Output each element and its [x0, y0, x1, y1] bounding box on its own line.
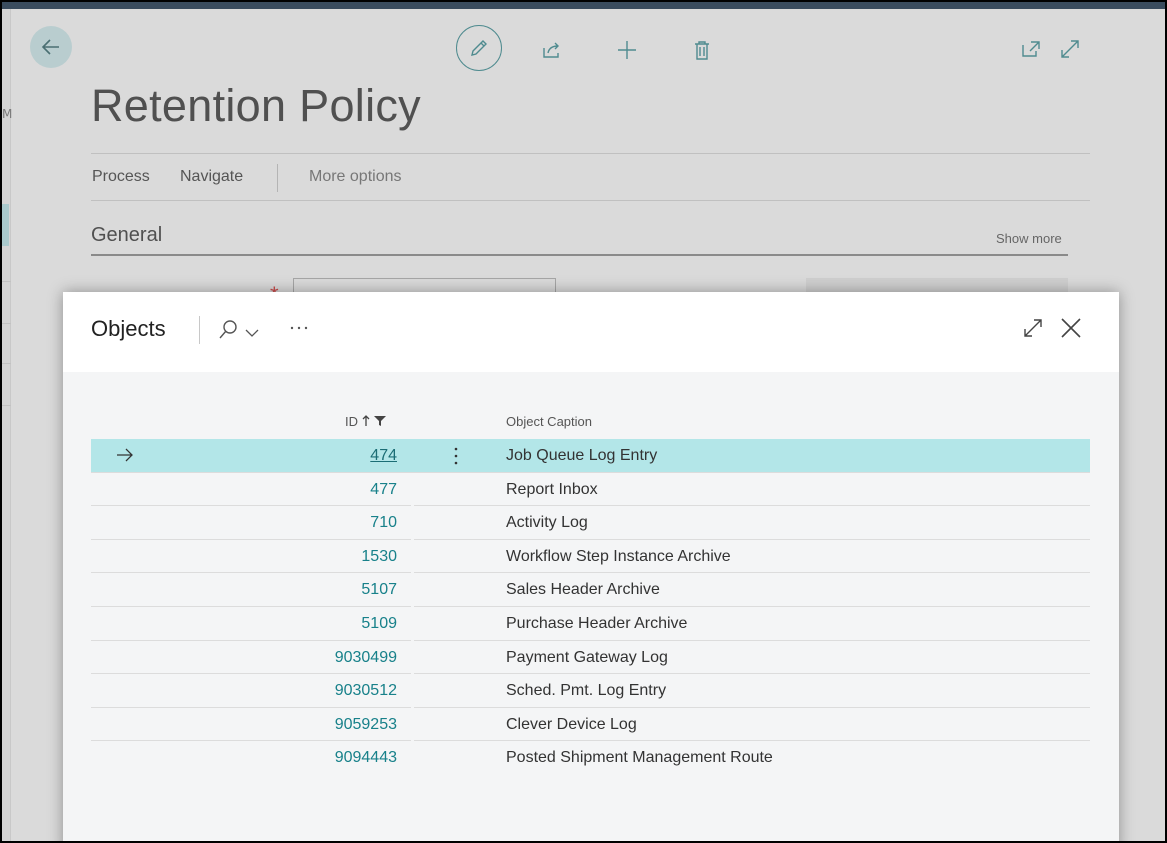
divider	[2, 405, 11, 406]
table-row[interactable]: 9094443 Posted Shipment Management Route	[91, 741, 1090, 775]
object-id-link[interactable]: 1530	[361, 548, 397, 566]
object-caption: Posted Shipment Management Route	[506, 749, 773, 767]
object-id-link[interactable]: 5109	[361, 615, 397, 633]
menu-navigate[interactable]: Navigate	[180, 168, 243, 186]
current-row-arrow-icon	[117, 448, 133, 462]
share-icon	[543, 42, 559, 58]
table-row[interactable]: 5107 Sales Header Archive	[91, 573, 1090, 607]
object-id-link[interactable]: 710	[370, 514, 397, 532]
objects-lookup-dialog: Objects ID Object Caption 474 Job Queue …	[63, 292, 1119, 841]
new-button[interactable]	[615, 38, 639, 62]
left-navigation-strip: M	[2, 9, 13, 841]
column-header-id-label: ID	[345, 414, 358, 429]
edit-button[interactable]	[456, 25, 502, 71]
menu-more-options[interactable]: More options	[309, 168, 402, 186]
table-row[interactable]: 5109 Purchase Header Archive	[91, 607, 1090, 641]
object-id-link[interactable]: 9059253	[335, 716, 397, 734]
sort-ascending-icon	[362, 415, 370, 426]
close-dialog-button[interactable]	[1060, 317, 1082, 339]
object-id-link[interactable]: 5107	[361, 581, 397, 599]
delete-button[interactable]	[690, 38, 714, 62]
column-header-object-caption[interactable]: Object Caption	[506, 414, 592, 429]
ellipsis-icon	[290, 326, 308, 330]
object-caption: Activity Log	[506, 514, 588, 532]
divider	[2, 323, 11, 324]
divider	[2, 363, 11, 364]
menu-process[interactable]: Process	[92, 168, 150, 186]
object-caption: Workflow Step Instance Archive	[506, 547, 731, 565]
dialog-header: Objects	[63, 292, 1119, 372]
object-caption: Sales Header Archive	[506, 581, 660, 599]
object-caption: Payment Gateway Log	[506, 648, 668, 666]
search-icon	[219, 320, 237, 339]
pencil-icon	[471, 40, 487, 56]
chevron-down-icon	[245, 329, 259, 337]
object-id-link[interactable]: 477	[370, 481, 397, 499]
dialog-title: Objects	[91, 316, 166, 341]
row-actions-icon[interactable]	[453, 446, 459, 466]
more-actions-button[interactable]	[287, 318, 311, 338]
header-separator	[199, 316, 200, 344]
expand-icon	[1024, 319, 1042, 337]
object-caption: Purchase Header Archive	[506, 614, 688, 632]
section-title-general[interactable]: General	[91, 224, 162, 247]
section-underline	[91, 254, 1068, 256]
page-title: Retention Policy	[91, 80, 421, 131]
back-arrow-icon	[41, 39, 59, 55]
objects-list: 474 Job Queue Log Entry 477 Report Inbox…	[91, 439, 1090, 775]
table-row[interactable]: 9030512 Sched. Pmt. Log Entry	[91, 674, 1090, 708]
table-row[interactable]: 9059253 Clever Device Log	[91, 708, 1090, 742]
close-icon	[1061, 318, 1081, 338]
search-button[interactable]	[213, 316, 263, 344]
divider	[91, 153, 1090, 154]
object-id-link[interactable]: 9094443	[335, 749, 397, 767]
top-bar	[2, 2, 1165, 9]
object-caption: Sched. Pmt. Log Entry	[506, 682, 667, 700]
filter-icon	[374, 416, 387, 426]
object-id-link[interactable]: 9030499	[335, 649, 397, 667]
expand-button[interactable]	[1059, 38, 1081, 60]
table-row[interactable]: 710 Activity Log	[91, 506, 1090, 540]
divider	[2, 281, 11, 282]
app-window: M Retention Policy Process Navigate More…	[2, 2, 1165, 841]
table-row[interactable]: 1530 Workflow Step Instance Archive	[91, 540, 1090, 574]
object-caption: Job Queue Log Entry	[506, 447, 658, 464]
object-id-link[interactable]: 9030512	[335, 682, 397, 700]
object-caption: Report Inbox	[506, 480, 598, 498]
truncated-letter: M	[2, 107, 13, 121]
menu-separator	[277, 164, 278, 192]
selected-nav-indicator	[2, 204, 9, 246]
back-button[interactable]	[30, 26, 72, 68]
expand-icon	[1061, 40, 1079, 58]
column-header-id[interactable]: ID	[345, 414, 387, 429]
open-in-new-window-icon	[1022, 41, 1040, 57]
table-row[interactable]: 474 Job Queue Log Entry	[91, 439, 1090, 473]
show-more-link[interactable]: Show more	[996, 231, 1062, 246]
trash-icon	[695, 41, 709, 60]
object-caption: Clever Device Log	[506, 715, 637, 733]
maximize-dialog-button[interactable]	[1022, 317, 1044, 339]
divider	[91, 200, 1090, 201]
share-button[interactable]	[540, 38, 564, 62]
plus-icon	[618, 41, 636, 59]
open-new-window-button[interactable]	[1020, 38, 1042, 60]
object-id-link[interactable]: 474	[370, 447, 397, 465]
table-row[interactable]: 9030499 Payment Gateway Log	[91, 641, 1090, 675]
table-row[interactable]: 477 Report Inbox	[91, 473, 1090, 507]
